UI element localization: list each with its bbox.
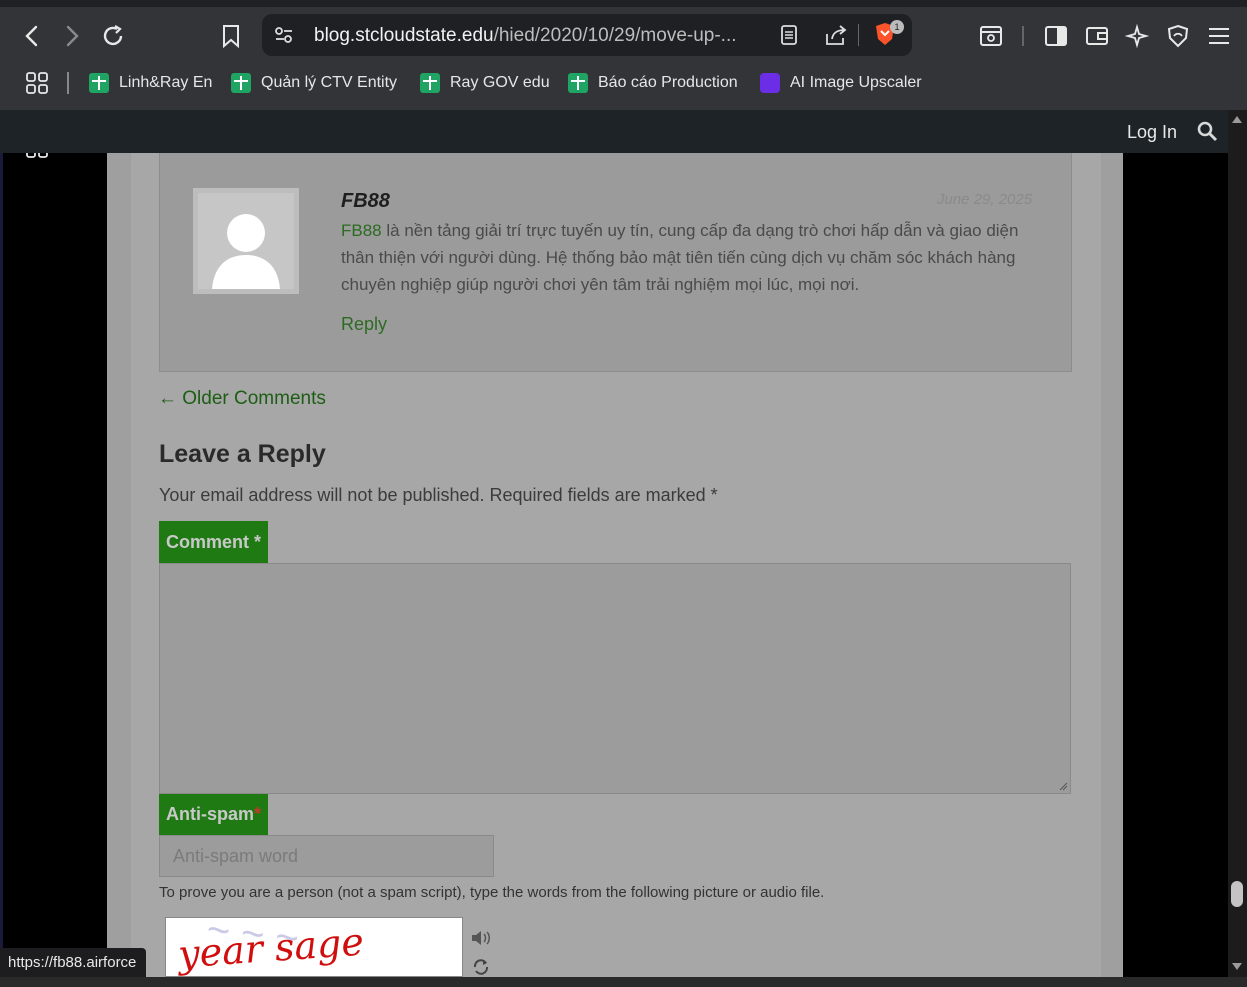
site-settings-icon[interactable]: [274, 26, 294, 44]
reply-link[interactable]: Reply: [341, 314, 387, 335]
search-icon[interactable]: [1196, 120, 1218, 142]
menu-icon[interactable]: [1207, 25, 1231, 47]
page-edge: [0, 153, 3, 948]
browser-toolbar: blog.stcloudstate.edu/hied/2020/10/29/mo…: [0, 0, 1247, 64]
apps-grid-icon[interactable]: [25, 71, 49, 95]
url-host: blog.stcloudstate.edu: [314, 25, 494, 46]
antispam-label: Anti-spam*: [159, 794, 269, 835]
login-link[interactable]: Log In: [1127, 122, 1177, 143]
bookmark-label: Ray GOV edu: [450, 74, 550, 91]
scroll-down-icon[interactable]: [1232, 963, 1242, 970]
search-tabs-icon[interactable]: [979, 25, 1003, 47]
comment-date[interactable]: June 29, 2025: [937, 191, 1032, 208]
bookmark-item[interactable]: Quản lý CTV Entity: [231, 70, 397, 96]
bookmark-icon[interactable]: [221, 24, 241, 48]
scroll-up-icon[interactable]: [1232, 116, 1242, 123]
user-avatar-icon: [198, 193, 294, 289]
audio-captcha-icon[interactable]: [470, 928, 492, 948]
sheets-icon: [420, 73, 440, 93]
sheets-icon: [89, 73, 109, 93]
url-text[interactable]: blog.stcloudstate.edu/hied/2020/10/29/mo…: [314, 25, 737, 47]
window-bottom-edge: [0, 977, 1247, 987]
comment-textarea[interactable]: [159, 563, 1071, 794]
bookmark-label: AI Image Upscaler: [790, 74, 922, 91]
sheets-icon: [568, 73, 588, 93]
site-header: Log In: [0, 110, 1228, 153]
shields-count-badge: 1: [890, 20, 904, 34]
comment-body-text: là nền tảng giải trí trực tuyến uy tín, …: [341, 221, 1019, 294]
comment-body: FB88 là nền tảng giải trí trực tuyến uy …: [341, 217, 1041, 298]
antispam-input[interactable]: Anti-spam word: [159, 835, 494, 877]
resize-handle-icon[interactable]: [1058, 781, 1068, 791]
required-notice: Your email address will not be published…: [159, 485, 718, 506]
bookmark-label: Linh&Ray En: [119, 74, 213, 91]
captcha-image: ~ ~ ~ year sage: [165, 917, 463, 977]
share-icon[interactable]: [824, 24, 848, 46]
bookmark-item[interactable]: Ray GOV edu: [420, 70, 550, 96]
scrollbar-thumb[interactable]: [1231, 881, 1243, 907]
antispam-required-mark: *: [254, 804, 262, 824]
refresh-captcha-icon[interactable]: [472, 958, 490, 976]
scrollbar-track[interactable]: [1228, 110, 1247, 977]
toolbar-divider: [1022, 26, 1024, 46]
upscaler-icon: [760, 73, 780, 93]
bookmark-item[interactable]: Báo cáo Production: [568, 70, 738, 96]
avatar: [193, 188, 299, 294]
leo-ai-icon[interactable]: [1125, 24, 1149, 48]
bookmarks-divider: [67, 72, 69, 94]
comment-required-mark: *: [254, 532, 262, 552]
forward-icon[interactable]: [62, 25, 82, 47]
sidebar-icon[interactable]: [1044, 25, 1068, 47]
divider: [858, 24, 859, 46]
required-asterisk: *: [710, 485, 718, 505]
wallet-icon[interactable]: [1085, 25, 1109, 47]
antispam-label-text: Anti-spam: [166, 804, 255, 824]
bookmark-item[interactable]: Linh&Ray En: [89, 70, 212, 96]
bookmark-label: Quản lý CTV Entity: [261, 74, 398, 91]
tab-strip: [0, 0, 1247, 7]
url-path: /hied/2020/10/29/move-up-...: [493, 25, 737, 46]
comment-body-link[interactable]: FB88: [341, 221, 382, 240]
reply-heading: Leave a Reply: [159, 440, 326, 468]
sheets-icon: [231, 73, 251, 93]
bookmark-item[interactable]: AI Image Upscaler: [760, 70, 922, 96]
link-status-bar: https://fb88.airforce: [0, 948, 147, 978]
older-comments-link[interactable]: ← Older Comments: [158, 388, 326, 410]
notice-text: Your email address will not be published…: [159, 485, 706, 505]
captcha-instructions: To prove you are a person (not a spam sc…: [159, 884, 825, 901]
back-icon[interactable]: [22, 25, 42, 47]
vpn-shield-icon[interactable]: [1167, 24, 1189, 48]
captcha-text: year sage: [176, 919, 366, 977]
reload-icon[interactable]: [101, 24, 125, 48]
comment-label-text: Comment: [166, 532, 250, 552]
bookmark-label: Báo cáo Production: [598, 74, 738, 91]
comment-author: FB88: [341, 190, 390, 212]
reader-mode-icon[interactable]: [780, 25, 798, 45]
comment-label: Comment *: [159, 521, 269, 563]
address-bar[interactable]: blog.stcloudstate.edu/hied/2020/10/29/mo…: [262, 14, 912, 56]
